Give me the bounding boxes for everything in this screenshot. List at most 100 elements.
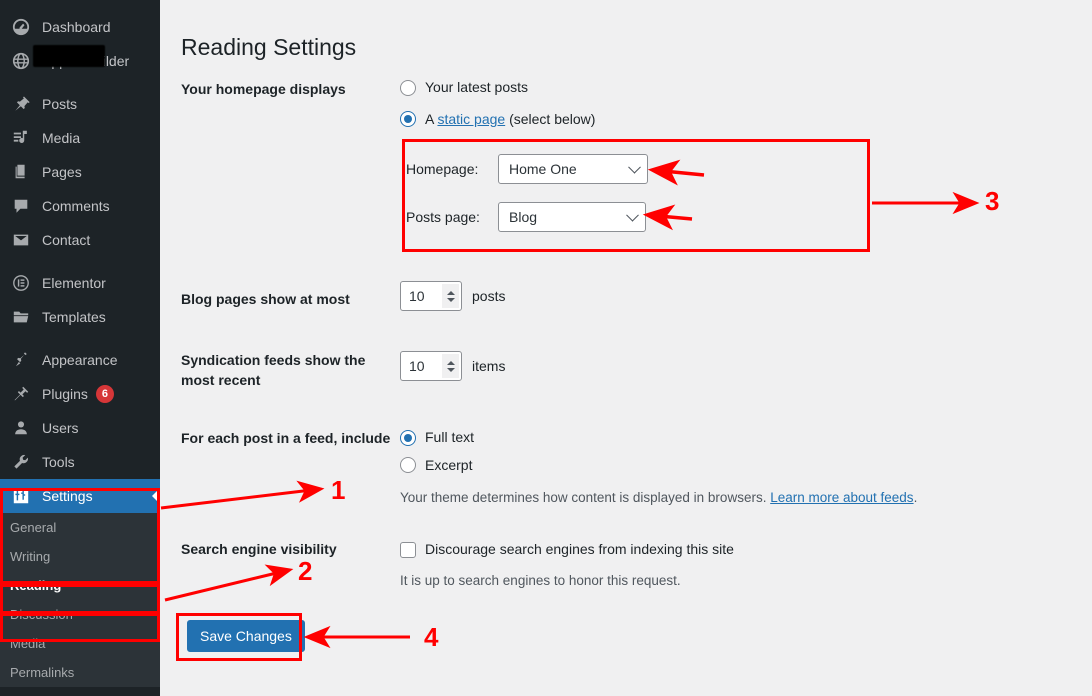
admin-sidebar: Dashboard Appku Builder Posts Media [0,0,160,696]
user-icon [8,418,34,438]
screen: Dashboard Appku Builder Posts Media [0,0,1092,696]
sidebar-item-label: Users [42,420,79,436]
annotation-number-3: 3 [985,186,1000,216]
homepage-select-value: Home One [509,161,577,177]
radio-excerpt-row[interactable]: Excerpt [400,456,917,476]
radio-static-page-row[interactable]: A static page (select below) [400,110,595,130]
submenu-item-label: Reading [10,578,62,593]
feed-helper-prefix: Your theme determines how content is dis… [400,490,771,506]
main-content: Reading Settings Your homepage displays … [160,0,1092,696]
folder-icon [8,307,34,327]
homepage-select[interactable]: Home One [498,154,648,184]
radio-latest-posts-row[interactable]: Your latest posts [400,78,595,98]
static-page-link[interactable]: static page [437,111,505,127]
sidebar-item-label: Elementor [42,275,106,291]
submenu-item-general[interactable]: General [0,513,160,542]
radio-excerpt-label: Excerpt [425,456,473,473]
submenu-item-label: General [10,520,57,535]
sidebar-item-templates[interactable]: Templates [0,300,160,334]
discourage-indexing-checkbox[interactable] [400,541,416,558]
annotation-number-1: 1 [331,475,346,505]
sidebar-item-label: Settings [42,488,93,504]
blog-pages-input[interactable]: 10 [400,281,462,311]
sidebar-item-contact[interactable]: Contact [0,223,160,257]
learn-more-feeds-link[interactable]: Learn more about feeds [770,490,913,505]
search-visibility-helper: It is up to search engines to honor this… [400,572,681,588]
syndication-stepper[interactable] [442,354,459,378]
comment-icon [8,196,34,216]
posts-page-picker-row: Posts page: Blog [406,202,862,232]
sliders-icon [8,486,34,506]
search-visibility-field: Discourage search engines from indexing … [400,540,734,591]
syndication-value: 10 [409,358,425,374]
plug-icon [8,384,34,404]
radio-full-text[interactable] [400,429,416,446]
sidebar-item-label: Comments [42,198,110,214]
syndication-unit: items [472,358,506,374]
submenu-item-label: Writing [10,549,51,564]
posts-page-picker-label: Posts page: [406,209,480,225]
dashboard-icon [8,17,34,37]
radio-full-text-label: Full text [425,429,475,445]
envelope-icon [8,230,34,250]
feed-include-helper: Your theme determines how content is dis… [400,488,917,508]
sidebar-item-label: Plugins [42,386,88,402]
sidebar-item-appearance[interactable]: Appearance [0,343,160,377]
submenu-item-label: Discussion [10,607,73,622]
blog-pages-field: 10 posts [400,281,505,311]
sidebar-item-elementor[interactable]: Elementor [0,266,160,300]
posts-page-select[interactable]: Blog [498,202,646,232]
sidebar-item-dashboard[interactable]: Dashboard [0,10,160,44]
page-title: Reading Settings [181,34,357,61]
pages-icon [8,162,34,182]
sidebar-item-users[interactable]: Users [0,411,160,445]
radio-static-page[interactable] [400,111,416,128]
sidebar-item-plugins[interactable]: Plugins 6 [0,377,160,411]
sidebar-item-settings[interactable]: Settings [0,479,160,513]
elementor-icon [8,273,34,293]
blog-pages-value: 10 [409,288,425,304]
sidebar-item-label: Tools [42,454,75,470]
submenu-item-media[interactable]: Media [0,629,160,658]
static-page-suffix: (select below) [505,110,596,127]
sidebar-item-pages[interactable]: Pages [0,155,160,189]
sidebar-item-label: Appearance [42,352,118,368]
radio-full-text-row[interactable]: Full text [400,428,917,448]
sidebar-item-comments[interactable]: Comments [0,189,160,223]
radio-excerpt[interactable] [400,457,416,474]
submenu-item-writing[interactable]: Writing [0,542,160,571]
blog-pages-unit: posts [472,288,506,304]
radio-latest-posts[interactable] [400,79,416,96]
blog-pages-stepper[interactable] [442,284,459,308]
annotation-number-4: 4 [424,622,439,652]
sidebar-item-label: Dashboard [42,19,111,35]
static-page-selection-box: Homepage: Home One Posts page: Blog [392,138,862,252]
chevron-down-icon [626,208,639,222]
pin-icon [8,94,34,114]
sidebar-item-label: Contact [42,232,91,248]
sidebar-item-label: Posts [42,96,78,112]
syndication-input[interactable]: 10 [400,351,462,381]
settings-submenu: General Writing Reading Discussion Media… [0,513,160,687]
sidebar-item-label: Pages [42,164,82,180]
feed-include-label: For each post in a feed, include [181,430,391,446]
submenu-item-reading[interactable]: Reading [0,571,160,600]
redaction-overlay [33,45,105,67]
wrench-icon [8,452,34,472]
submenu-item-discussion[interactable]: Discussion [0,600,160,629]
discourage-indexing-label: Discourage search engines from indexing … [425,541,734,557]
sidebar-item-media[interactable]: Media [0,121,160,155]
static-page-prefix: A [425,110,438,127]
save-changes-button[interactable]: Save Changes [187,620,305,652]
sidebar-item-tools[interactable]: Tools [0,445,160,479]
discourage-indexing-row[interactable]: Discourage search engines from indexing … [400,540,734,560]
homepage-picker-label: Homepage: [406,161,479,177]
menu-separator [0,334,160,343]
sidebar-item-label: Media [42,130,81,146]
annotation-number-2: 2 [298,556,313,586]
submenu-item-permalinks[interactable]: Permalinks [0,658,160,687]
menu-separator [0,78,160,87]
posts-page-select-value: Blog [509,209,538,225]
sidebar-item-posts[interactable]: Posts [0,87,160,121]
globe-icon [8,51,34,71]
